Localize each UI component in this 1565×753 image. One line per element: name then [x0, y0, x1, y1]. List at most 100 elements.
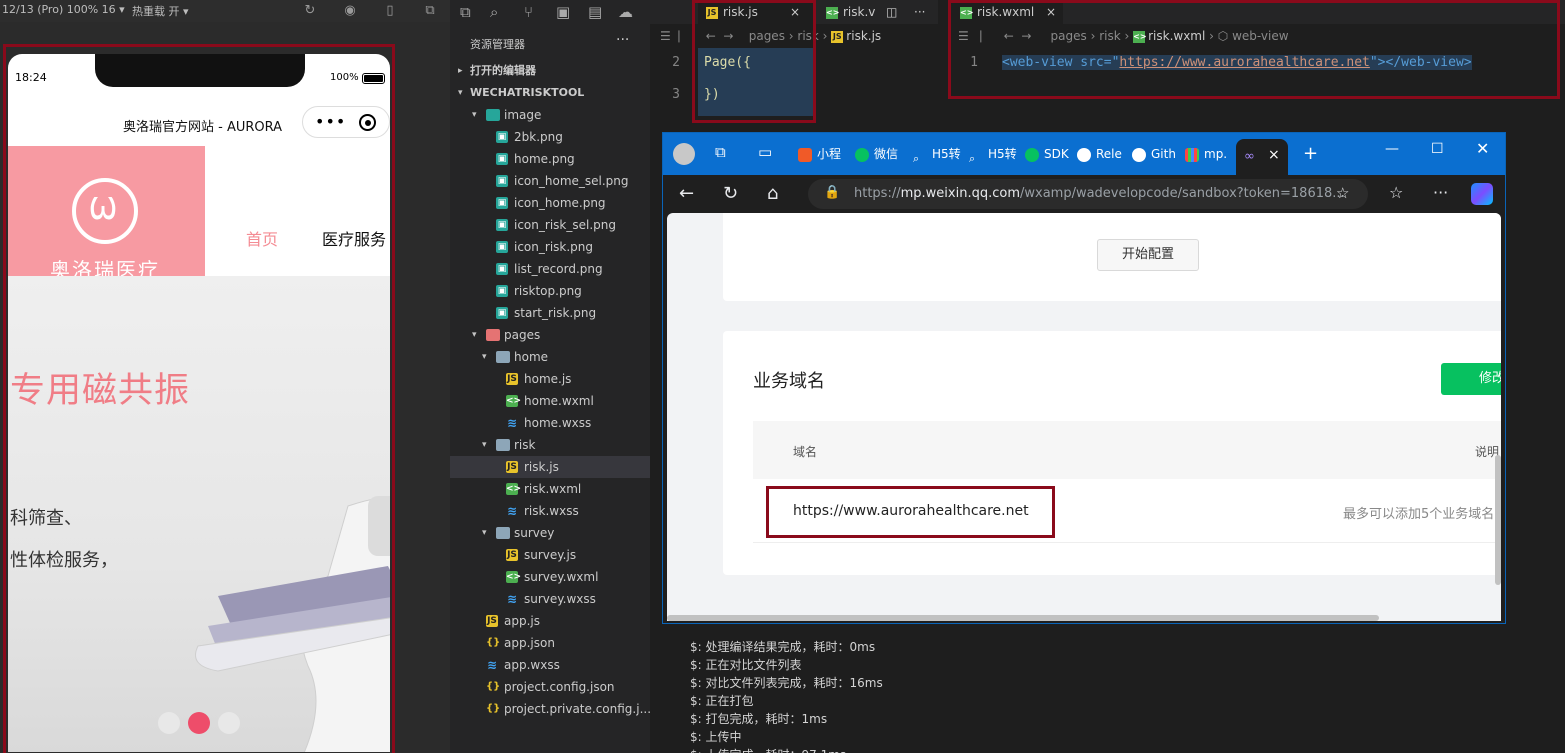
device-selector[interactable]: 12/13 (Pro) 100% 16 ▾	[2, 3, 125, 16]
open-editors-section[interactable]: ▸ 打开的编辑器	[450, 60, 650, 82]
favorites-icon[interactable]: ☆	[1389, 183, 1403, 202]
close-tab-icon[interactable]: ×	[1268, 147, 1280, 163]
list-icon[interactable]: ☰	[958, 29, 969, 43]
favorite-star-icon[interactable]: ☆	[1336, 184, 1349, 202]
new-tab-icon[interactable]: +	[1303, 143, 1318, 164]
back-icon[interactable]: ←	[706, 29, 716, 43]
chevron-down-icon[interactable]: ▾	[472, 104, 477, 126]
refresh-icon[interactable]: ↻	[302, 3, 318, 19]
more-actions-icon[interactable]: ···	[914, 0, 925, 24]
start-config-button[interactable]: 开始配置	[1097, 239, 1199, 271]
tree-file[interactable]: <> risk.wxml	[450, 478, 650, 500]
tree-file[interactable]: ≋ survey.wxss	[450, 588, 650, 610]
files-icon[interactable]: ⧉	[460, 3, 471, 21]
nav-item-home[interactable]: 首页	[246, 226, 278, 250]
more-icon[interactable]: ···	[616, 32, 629, 48]
nav-item-medical[interactable]: 医疗服务	[322, 226, 386, 250]
chevron-down-icon[interactable]: ▾	[482, 522, 487, 544]
forward-icon[interactable]: →	[723, 29, 733, 43]
tree-folder[interactable]: ▾ pages	[450, 324, 650, 346]
tree-file[interactable]: ▣ 2bk.png	[450, 126, 650, 148]
hot-reload-toggle[interactable]: 热重载 开 ▾	[132, 3, 189, 19]
horizontal-scrollbar[interactable]	[667, 615, 1379, 621]
close-tab-icon[interactable]: ×	[1046, 0, 1056, 24]
tree-file[interactable]: ≋ home.wxss	[450, 412, 650, 434]
close-window-icon[interactable]: ✕	[1476, 139, 1489, 158]
settings-more-icon[interactable]: ···	[1433, 183, 1448, 202]
tree-file[interactable]: ▣ icon_home.png	[450, 192, 650, 214]
tree-file[interactable]: ▣ risktop.png	[450, 280, 650, 302]
cloud-icon[interactable]: ☁	[618, 3, 633, 21]
forward-icon[interactable]: →	[1021, 29, 1031, 43]
tree-file[interactable]: ▣ icon_risk.png	[450, 236, 650, 258]
banner-carousel[interactable]: 专用磁共振 科筛查、 性体检服务，	[8, 276, 390, 752]
tree-file[interactable]: JS app.js	[450, 610, 650, 632]
code-url[interactable]: https://www.aurorahealthcare.net	[1119, 55, 1369, 70]
code-line[interactable]: Page({	[704, 55, 751, 70]
tab-risk-js[interactable]: JS risk.js ×	[698, 0, 813, 24]
browser-tab[interactable]: 微信	[855, 143, 898, 165]
tree-file[interactable]: {} project.config.json	[450, 676, 650, 698]
tree-file[interactable]: ≋ app.wxss	[450, 654, 650, 676]
maximize-icon[interactable]: ☐	[1431, 141, 1444, 157]
browser-tab[interactable]: mp.	[1185, 143, 1227, 165]
address-input[interactable]: 🔒 https://mp.weixin.qq.com/wxamp/wadevel…	[808, 179, 1368, 209]
more-dots-icon[interactable]: •••	[315, 112, 346, 131]
capsule-menu[interactable]: •••	[302, 106, 390, 138]
window-icon[interactable]: ⧉	[422, 3, 438, 19]
tree-file[interactable]: ≋ risk.wxss	[450, 500, 650, 522]
home-icon[interactable]: ⌂	[767, 183, 778, 204]
tree-file[interactable]: JS home.js	[450, 368, 650, 390]
stop-icon[interactable]: ◉	[342, 3, 358, 19]
vertical-scrollbar[interactable]	[1495, 455, 1501, 585]
browser-tab[interactable]: SDK	[1025, 143, 1069, 165]
tree-folder[interactable]: ▾ home	[450, 346, 650, 368]
tab-risk-wxml[interactable]: <> risk.v	[820, 0, 880, 24]
tree-file[interactable]: ▣ home.png	[450, 148, 650, 170]
tree-file[interactable]: ▣ list_record.png	[450, 258, 650, 280]
modify-button[interactable]: 修改	[1441, 363, 1501, 395]
phone-icon[interactable]: ▯	[382, 3, 398, 19]
tab-risk-wxml[interactable]: <> risk.wxml ×	[948, 0, 1063, 24]
extensions-icon[interactable]: ▣	[556, 3, 570, 21]
chevron-down-icon[interactable]: ▾	[472, 324, 477, 346]
carousel-dot-active[interactable]	[188, 712, 210, 734]
list-icon[interactable]: ☰	[660, 29, 671, 43]
back-icon[interactable]: ←	[1004, 29, 1014, 43]
browser-tab[interactable]: ⌕ H5转	[969, 143, 1017, 165]
tree-folder[interactable]: ▾ survey	[450, 522, 650, 544]
browser-tab[interactable]: Gith	[1132, 143, 1176, 165]
split-editor-icon[interactable]: ◫	[886, 0, 897, 24]
bookmark-icon[interactable]: ⎸	[678, 29, 690, 43]
tab-actions-icon[interactable]: ▭	[758, 143, 772, 161]
close-miniprogram-icon[interactable]	[359, 114, 376, 131]
minimize-icon[interactable]: —	[1385, 141, 1399, 157]
tree-file[interactable]: ▣ start_risk.png	[450, 302, 650, 324]
browser-tab-active[interactable]: ∞ ×	[1236, 139, 1288, 175]
tree-file[interactable]: {} app.json	[450, 632, 650, 654]
reload-icon[interactable]: ↻	[723, 183, 738, 204]
tree-file[interactable]: JS risk.js	[450, 456, 650, 478]
debug-icon[interactable]: ▤	[588, 3, 602, 21]
tree-folder[interactable]: ▾ image	[450, 104, 650, 126]
tree-file[interactable]: <> home.wxml	[450, 390, 650, 412]
tree-file[interactable]: <> survey.wxml	[450, 566, 650, 588]
browser-tab[interactable]: ⌕ H5转	[913, 143, 961, 165]
code-line[interactable]: <web-view src="https://www.aurorahealthc…	[1002, 55, 1472, 70]
project-root[interactable]: ▾ WECHATRISKTOOL	[450, 82, 650, 104]
chevron-down-icon[interactable]: ▾	[482, 434, 487, 456]
close-tab-icon[interactable]: ×	[790, 0, 800, 24]
bookmark-icon[interactable]: ⎸	[980, 29, 992, 43]
tree-file[interactable]: {} project.private.config.j...	[450, 698, 651, 720]
carousel-dot[interactable]	[218, 712, 240, 734]
browser-tab[interactable]: 小程	[798, 143, 841, 165]
collections-icon[interactable]: ⧉	[715, 143, 726, 161]
tree-folder[interactable]: ▾ risk	[450, 434, 650, 456]
back-icon[interactable]: ←	[679, 183, 694, 204]
lock-icon[interactable]: 🔒	[824, 185, 840, 200]
profile-avatar[interactable]	[673, 143, 695, 165]
tree-file[interactable]: ▣ icon_home_sel.png	[450, 170, 650, 192]
carousel-dot[interactable]	[158, 712, 180, 734]
code-line[interactable]: })	[704, 87, 720, 102]
browser-tab[interactable]: Rele	[1077, 143, 1122, 165]
